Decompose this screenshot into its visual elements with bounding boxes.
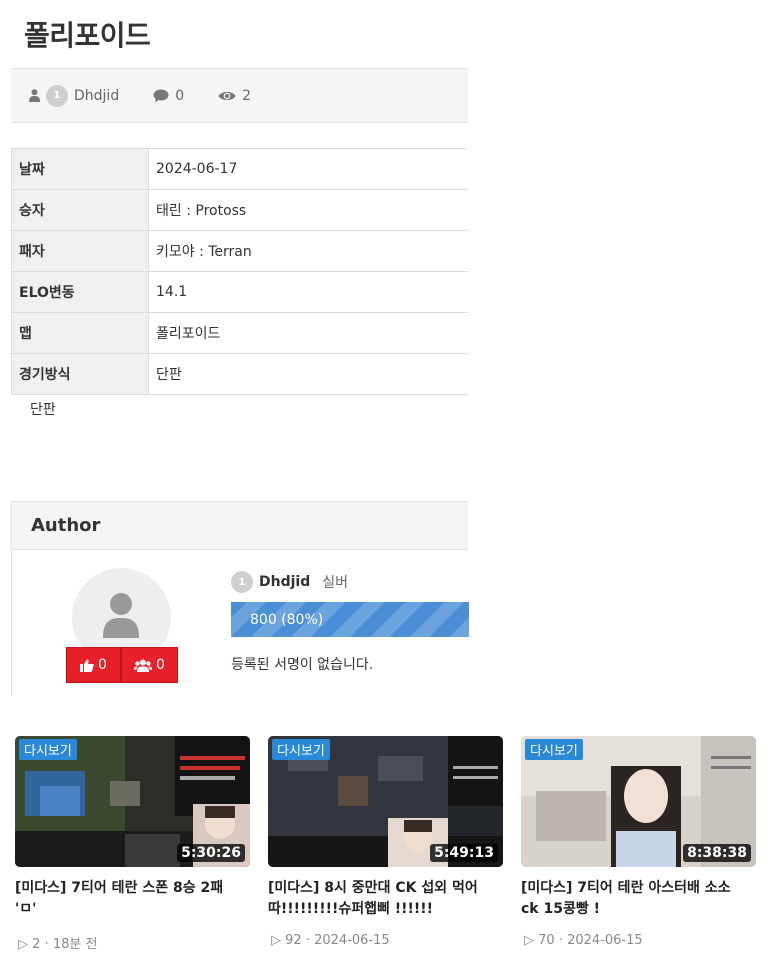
play-count: 2 — [32, 937, 41, 952]
row-value: 단판 — [148, 353, 468, 395]
experience-text: 800 (80%) — [250, 611, 324, 628]
view-count: 2 — [242, 87, 252, 104]
video-title[interactable]: [미다스] 7티어 테란 스폰 8승 2패 'ㅁ' — [15, 878, 245, 920]
author-signature: 등록된 서명이 없습니다. — [231, 657, 374, 673]
row-value: 14.1 — [148, 271, 468, 313]
video-card[interactable]: 다시보기 5:30:26 [미다스] 7티어 테란 스폰 8승 2패 'ㅁ' ▷… — [15, 736, 250, 952]
user-icon — [103, 593, 139, 638]
post-meta-bar: 1 Dhdjid 0 2 — [11, 68, 468, 123]
table-row: 맵 폴리포이드 — [11, 312, 468, 354]
play-icon: ▷ — [18, 937, 28, 952]
table-row: 경기방식 단판 — [11, 353, 468, 395]
post-body: 단판 — [30, 402, 56, 418]
match-info-table: 날짜 2024-06-17 승자 태린 : Protoss 패자 키모야 : Terr… — [11, 148, 468, 395]
post-views: 2 — [218, 88, 251, 104]
play-count: 92 — [285, 933, 302, 948]
video-card[interactable]: 다시보기 5:49:13 [미다스] 8시 중만대 CK 섭외 먹어따!!!!!… — [268, 736, 503, 948]
play-count: 70 — [538, 933, 555, 948]
level-badge: 1 — [231, 571, 253, 593]
experience-bar: 800 (80%) — [231, 602, 469, 637]
author-box-heading: Author — [12, 501, 468, 550]
row-key: 날짜 — [11, 148, 149, 190]
meta-separator: · — [44, 937, 49, 952]
author-actions: 0 0 — [66, 647, 178, 683]
row-key: 맵 — [11, 312, 149, 354]
video-meta: ▷ 2 · 18분 전 — [18, 933, 97, 952]
eye-icon — [218, 90, 236, 102]
row-key: ELO변동 — [11, 271, 149, 313]
replay-badge: 다시보기 — [19, 739, 77, 760]
video-date: 2024-06-15 — [567, 933, 643, 948]
comment-icon — [153, 89, 169, 103]
row-value: 키모야 : Terran — [148, 230, 468, 272]
replay-badge: 다시보기 — [272, 739, 330, 760]
table-row: 패자 키모야 : Terran — [11, 230, 468, 272]
row-value: 태린 : Protoss — [148, 189, 468, 231]
video-card[interactable]: 다시보기 8:38:38 [미다스] 7티어 테란 아스터배 소소 ck 15콩… — [521, 736, 756, 948]
play-icon: ▷ — [271, 933, 281, 948]
video-duration: 8:38:38 — [683, 844, 751, 862]
video-date: 2024-06-15 — [314, 933, 390, 948]
author-grade: 실버 — [322, 575, 348, 591]
users-icon — [134, 659, 153, 672]
table-row: 승자 태린 : Protoss — [11, 189, 468, 231]
replay-badge: 다시보기 — [525, 739, 583, 760]
video-thumbnail[interactable]: 다시보기 5:49:13 — [268, 736, 503, 867]
post-author-name[interactable]: Dhdjid — [74, 88, 119, 104]
author-box: Author 0 0 1 Dhdjid 실버 800 (80%) 등록된 서명이… — [11, 501, 469, 696]
comment-count: 0 — [175, 87, 185, 104]
row-key: 승자 — [11, 189, 149, 231]
post-comments: 0 — [153, 88, 184, 104]
video-thumbnail[interactable]: 다시보기 8:38:38 — [521, 736, 756, 867]
video-thumbnail[interactable]: 다시보기 5:30:26 — [15, 736, 250, 867]
row-key: 경기방식 — [11, 353, 149, 395]
video-duration: 5:49:13 — [430, 844, 498, 862]
friend-button[interactable]: 0 — [121, 647, 178, 683]
table-row: 날짜 2024-06-17 — [11, 148, 468, 190]
video-title[interactable]: [미다스] 8시 중만대 CK 섭외 먹어따!!!!!!!!!슈퍼햅삐 !!!!… — [268, 878, 498, 920]
thumbs-up-icon — [80, 659, 94, 672]
video-title[interactable]: [미다스] 7티어 테란 아스터배 소소 ck 15콩빵 ! — [521, 878, 751, 920]
friend-count: 0 — [156, 657, 165, 673]
page-title: 폴리포이드 — [24, 19, 151, 52]
row-value: 폴리포이드 — [148, 312, 468, 354]
video-date: 18분 전 — [52, 937, 98, 952]
post-author[interactable]: 1 Dhdjid — [29, 84, 119, 107]
play-icon: ▷ — [524, 933, 534, 948]
video-meta: ▷ 92 · 2024-06-15 — [271, 933, 390, 948]
row-value: 2024-06-17 — [148, 148, 468, 190]
row-key: 패자 — [11, 230, 149, 272]
meta-separator: · — [558, 933, 563, 948]
video-meta: ▷ 70 · 2024-06-15 — [524, 933, 643, 948]
user-icon — [29, 89, 40, 102]
table-row: ELO변동 14.1 — [11, 271, 468, 313]
video-duration: 5:30:26 — [177, 844, 245, 862]
level-badge: 1 — [46, 84, 68, 107]
author-name-row: 1 Dhdjid 실버 — [231, 571, 348, 593]
like-count: 0 — [98, 657, 107, 673]
author-name[interactable]: Dhdjid — [259, 574, 310, 590]
like-button[interactable]: 0 — [66, 647, 121, 683]
meta-separator: · — [305, 933, 310, 948]
